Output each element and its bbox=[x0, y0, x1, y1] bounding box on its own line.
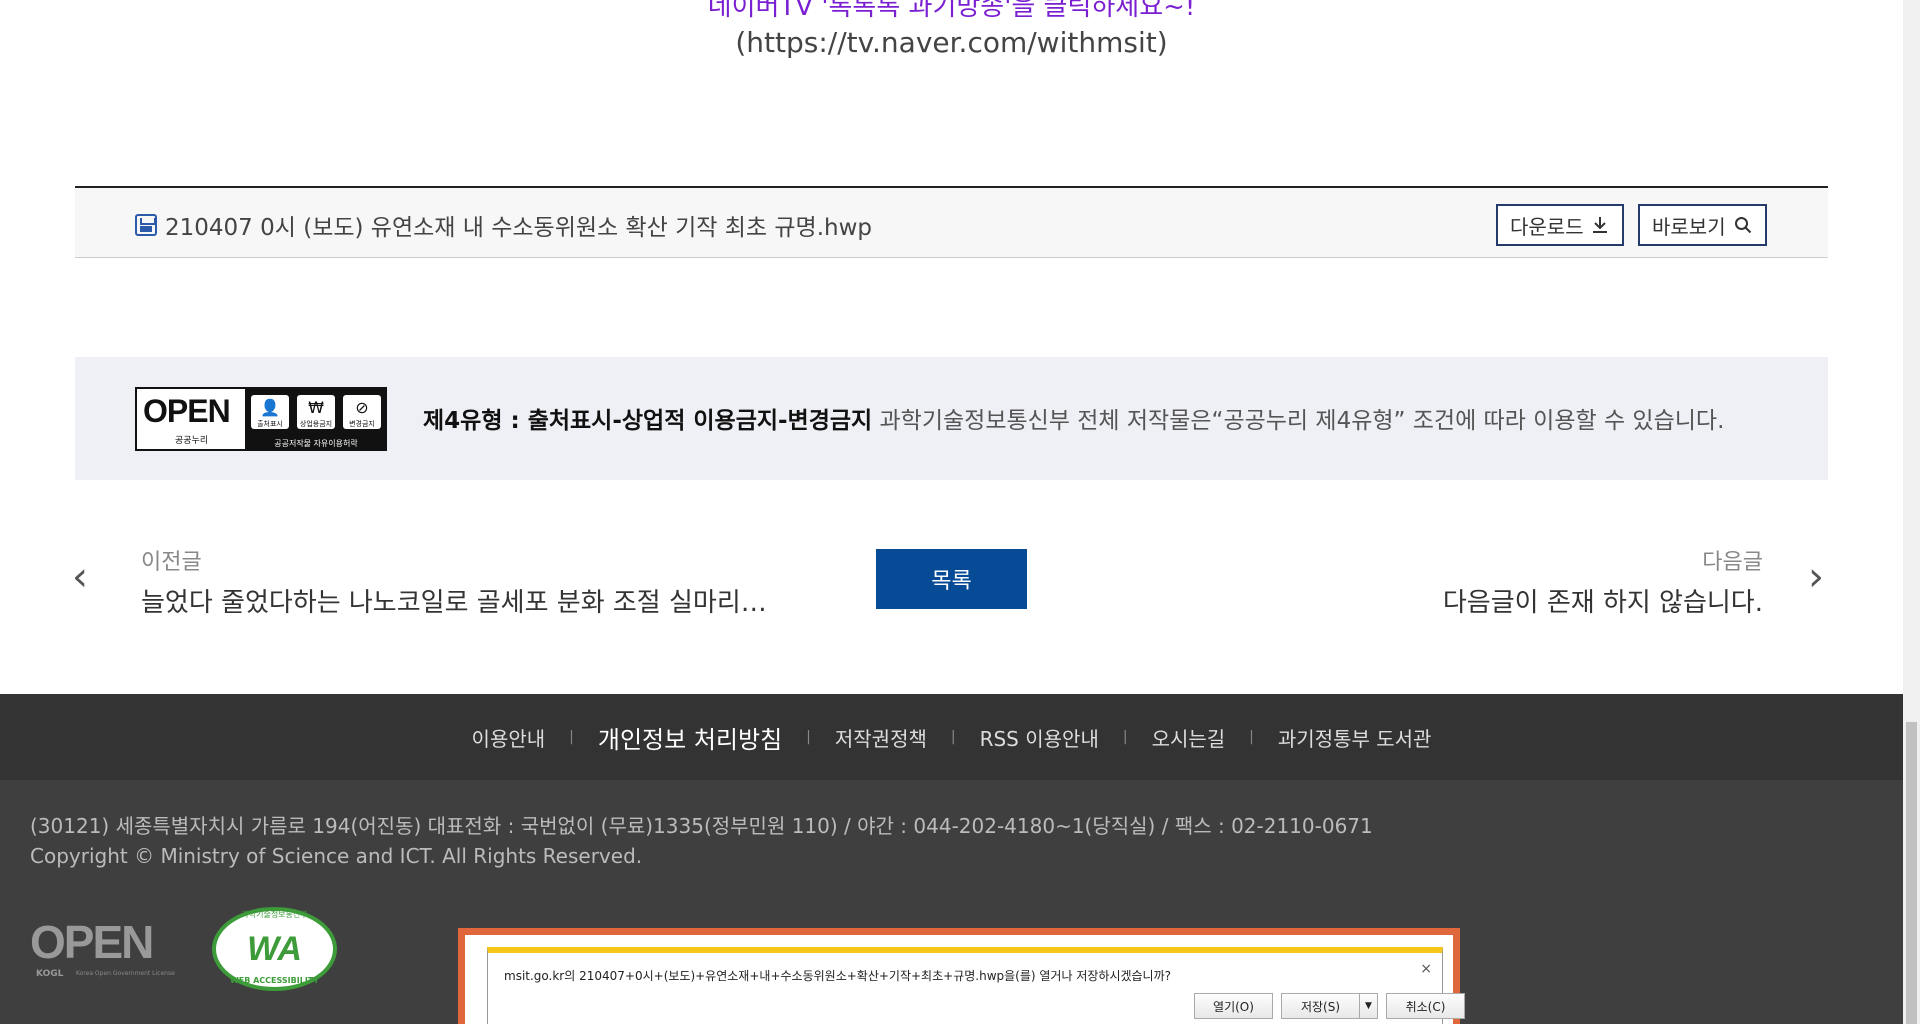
license-description-text: 과학기술정보통신부 전체 저작물은“공공누리 제4유형” 조건에 따라 이용할 … bbox=[872, 408, 1725, 434]
attribution-icon: 👤 출처표시 bbox=[251, 395, 289, 429]
kogl-footer-open-word: OPEN bbox=[30, 916, 154, 968]
wa-logo-word: WA bbox=[247, 929, 302, 968]
save-file-button[interactable]: 저장(S) bbox=[1281, 993, 1360, 1019]
footer-link-directions[interactable]: 오시는길 bbox=[1128, 723, 1250, 752]
kogl-sub-label: 공공누리 bbox=[175, 436, 209, 446]
license-description: 제4유형 : 출처표시-상업적 이용금지-변경금지 과학기술정보통신부 전체 저… bbox=[423, 401, 1724, 435]
wa-logo-bottom-text: WEB ACCESSIBILITY bbox=[229, 976, 320, 985]
footer-link-privacy-policy[interactable]: 개인정보 처리방침 bbox=[574, 720, 806, 755]
download-dialog-highlight: msit.go.kr의 210407+0시+(보도)+유연소재+내+수소동위원소… bbox=[458, 928, 1465, 1024]
next-post-text: 다음글이 존재 하지 않습니다. bbox=[1442, 588, 1763, 618]
footer-link-copyright-policy[interactable]: 저작권정책 bbox=[811, 723, 951, 752]
download-notification-bar: msit.go.kr의 210407+0시+(보도)+유연소재+내+수소동위원소… bbox=[487, 947, 1465, 1024]
page: 네이버TV '톡톡톡 과기방송'을 클릭하세요~! (https://tv.na… bbox=[0, 0, 1903, 1024]
kogl-type4-logo: OPEN 공공누리 👤 출처표시 ₩ 상업용금지 ⊘ 변경금지 공공저작물 자유이용허… bbox=[135, 387, 387, 451]
footer-address: (30121) 세종특별자치시 가름로 194(어진동) 대표전화 : 국번없이… bbox=[30, 814, 1373, 838]
footer-info: (30121) 세종특별자치시 가름로 194(어진동) 대표전화 : 국번없이… bbox=[0, 780, 1903, 1024]
next-arrow-icon[interactable]: › bbox=[1808, 557, 1834, 597]
footer-copyright: Copyright © Ministry of Science and ICT.… bbox=[30, 844, 643, 868]
download-icon bbox=[1592, 217, 1607, 233]
web-accessibility-logo[interactable]: 과학기술정보통신부 WA WEB ACCESSIBILITY bbox=[212, 907, 337, 991]
footer-link-rss-guide[interactable]: RSS 이용안내 bbox=[956, 723, 1123, 752]
download-dialog-message: msit.go.kr의 210407+0시+(보도)+유연소재+내+수소동위원소… bbox=[504, 969, 1172, 983]
list-button[interactable]: 목록 bbox=[876, 549, 1027, 609]
footer-link-library[interactable]: 과기정통부 도서관 bbox=[1254, 723, 1456, 752]
vertical-scrollbar[interactable] bbox=[1903, 0, 1920, 1024]
kogl-footer-kogl-text: KOGL bbox=[36, 969, 64, 979]
search-icon bbox=[1734, 217, 1751, 234]
next-post-label: 다음글 bbox=[1702, 550, 1763, 575]
cancel-download-button[interactable]: 취소(C) bbox=[1386, 993, 1465, 1019]
download-button[interactable]: 다운로드 bbox=[1496, 204, 1624, 246]
attachment-file-name[interactable]: 210407 0시 (보도) 유연소재 내 수소동위원소 확산 기작 최초 규명… bbox=[165, 208, 872, 242]
non-commercial-icon: ₩ 상업용금지 bbox=[297, 395, 335, 429]
prev-arrow-icon[interactable]: ‹ bbox=[72, 557, 98, 597]
kogl-icons-caption: 공공저작물 자유이용허락 bbox=[274, 439, 358, 448]
no-derivatives-icon: ⊘ 변경금지 bbox=[343, 395, 381, 429]
kogl-footer-sub-text: Korea Open Government License bbox=[76, 970, 175, 977]
scrollbar-thumb[interactable] bbox=[1906, 722, 1917, 1024]
license-box: OPEN 공공누리 👤 출처표시 ₩ 상업용금지 ⊘ 변경금지 공공저작물 자유이용허… bbox=[75, 357, 1828, 480]
attachment-row: 210407 0시 (보도) 유연소재 내 수소동위원소 확산 기작 최초 규명… bbox=[75, 186, 1828, 258]
footer-links-bar: 이용안내 | 개인정보 처리방침 | 저작권정책 | RSS 이용안내 | 오시… bbox=[0, 694, 1903, 780]
naver-tv-promo-text[interactable]: 네이버TV '톡톡톡 과기방송'을 클릭하세요~! bbox=[0, 0, 1903, 23]
preview-button-label: 바로보기 bbox=[1652, 214, 1726, 239]
license-type-title: 제4유형 : 출처표시-상업적 이용금지-변경금지 bbox=[423, 408, 873, 434]
preview-button[interactable]: 바로보기 bbox=[1638, 204, 1767, 246]
footer-link-usage-guide[interactable]: 이용안내 bbox=[448, 723, 570, 752]
kogl-footer-logo[interactable]: OPEN KOGL Korea Open Government License bbox=[30, 915, 180, 985]
kogl-open-word: OPEN bbox=[143, 393, 231, 429]
prev-post-label: 이전글 bbox=[141, 550, 202, 575]
close-icon[interactable]: × bbox=[1420, 961, 1432, 977]
hwp-file-icon bbox=[135, 214, 157, 236]
open-file-button[interactable]: 열기(O) bbox=[1194, 993, 1273, 1019]
kogl-condition-icons: 👤 출처표시 ₩ 상업용금지 ⊘ 변경금지 공공저작물 자유이용허락 bbox=[245, 389, 387, 451]
wa-logo-top-text: 과학기술정보통신부 bbox=[241, 910, 308, 919]
naver-tv-url-text[interactable]: (https://tv.naver.com/withmsit) bbox=[0, 26, 1903, 59]
save-options-chevron-down-icon[interactable]: ▼ bbox=[1359, 993, 1378, 1019]
download-button-label: 다운로드 bbox=[1510, 214, 1584, 239]
prev-post-link[interactable]: 늘었다 줄었다하는 나노코일로 골세포 분화 조절 실마리… bbox=[141, 582, 781, 619]
